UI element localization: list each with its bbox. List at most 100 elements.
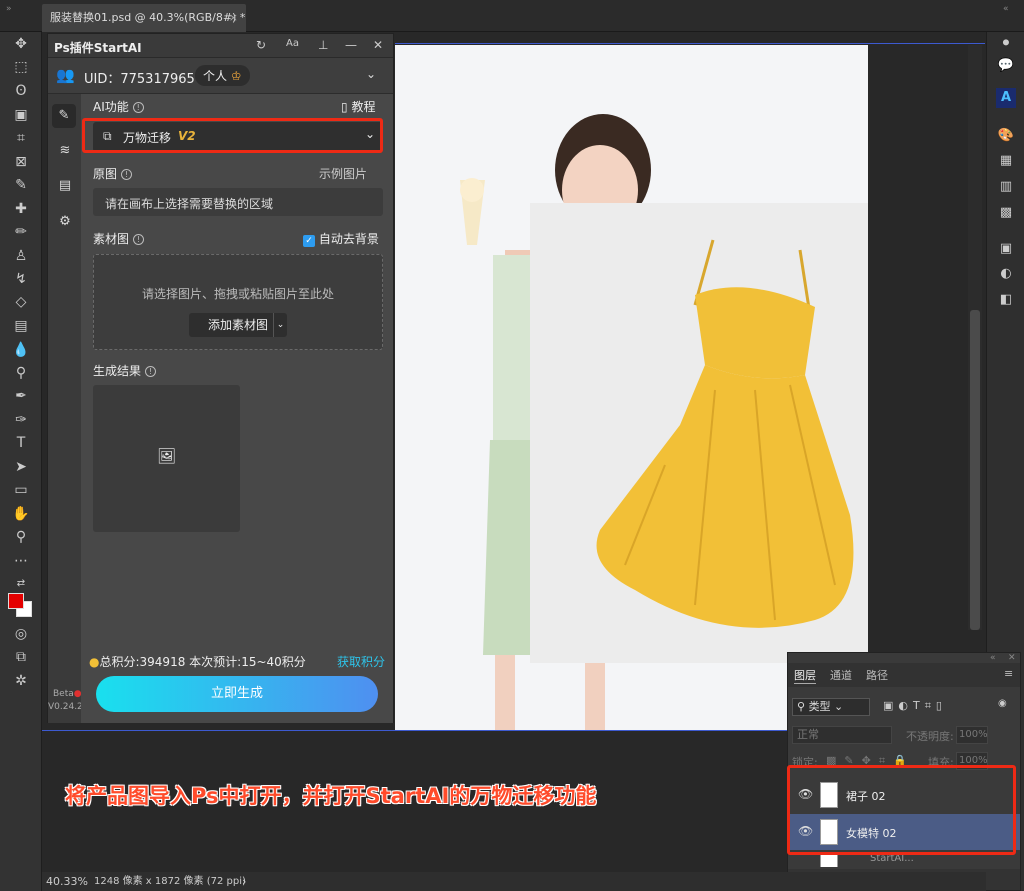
- function-highlight-box: [82, 118, 383, 153]
- points-row: ●总积分:394918 本次预计:15~40积分: [89, 655, 306, 669]
- status-arrow[interactable]: ›: [242, 872, 246, 891]
- layers-tabs: 图层 通道 路径 ≡: [788, 663, 1020, 687]
- plugin-sidebar: ✎ ≋ ▤ ⚙ Beta● V0.24.2: [48, 94, 83, 723]
- brush-tool-icon[interactable]: ✏: [11, 222, 31, 242]
- lasso-tool-icon[interactable]: ʘ: [11, 81, 31, 101]
- zoom-level[interactable]: 40.33%: [46, 872, 88, 891]
- filter-icons[interactable]: ▣◐T⌗▯: [883, 699, 947, 713]
- properties-icon[interactable]: ◧: [996, 290, 1016, 310]
- patterns-icon[interactable]: ▩: [996, 203, 1016, 223]
- info-icon[interactable]: !: [145, 366, 157, 377]
- panel-menu-icon[interactable]: ≡: [1004, 667, 1013, 680]
- minimize-icon[interactable]: —: [345, 38, 357, 52]
- users-icon: 👥: [56, 66, 75, 84]
- font-size-icon[interactable]: Aa: [286, 38, 299, 49]
- status-bar: 40.33% 1248 像素 x 1872 像素 (72 ppi) ›: [42, 872, 986, 891]
- product-photo: [395, 45, 868, 730]
- canvas-image[interactable]: [395, 45, 868, 730]
- material-dropzone[interactable]: 请选择图片、拖拽或粘贴图片至此处 添加素材图 ⌄: [93, 254, 383, 350]
- startai-icon[interactable]: A: [996, 88, 1016, 108]
- rectangle-tool-icon[interactable]: ▭: [11, 480, 31, 500]
- blur-tool-icon[interactable]: 💧: [11, 340, 31, 360]
- collapse-icon[interactable]: «: [990, 653, 996, 663]
- result-label: 生成结果!: [93, 362, 157, 379]
- settings-icon[interactable]: ⚙: [55, 212, 75, 232]
- tab-paths[interactable]: 路径: [866, 667, 888, 683]
- account-type: 个人: [203, 69, 228, 83]
- hand-tool-icon[interactable]: ✋: [11, 504, 31, 524]
- frame-tool-icon[interactable]: ⊠: [11, 152, 31, 172]
- opacity-field[interactable]: 100%: [956, 726, 988, 744]
- layers-icon[interactable]: ≋: [55, 141, 75, 161]
- tab-channels[interactable]: 通道: [830, 667, 852, 683]
- quick-mask-icon[interactable]: ◎: [11, 624, 31, 644]
- original-region-field[interactable]: 请在画布上选择需要替换的区域: [93, 188, 383, 216]
- chevron-down-icon[interactable]: ⌄: [366, 67, 376, 81]
- collapse-icon[interactable]: »: [6, 4, 12, 14]
- healing-brush-icon[interactable]: ✚: [11, 199, 31, 219]
- get-points-link[interactable]: 获取积分: [337, 653, 385, 670]
- book-icon: ▯: [341, 100, 348, 114]
- filter-toggle-icon[interactable]: ◉: [998, 698, 1007, 709]
- learn-icon[interactable]: ⚫: [996, 34, 1016, 54]
- gradients-icon[interactable]: ▥: [996, 177, 1016, 197]
- version-label: V0.24.2: [48, 702, 83, 712]
- checkbox-icon: ✓: [303, 235, 315, 247]
- scrollbar-thumb[interactable]: [970, 310, 980, 630]
- dodge-tool-icon[interactable]: ⚲: [11, 363, 31, 383]
- screen-mode-icon[interactable]: ⧉: [11, 647, 31, 667]
- swap-colors-icon[interactable]: ⇄: [11, 574, 31, 594]
- adjustments-icon[interactable]: ◐: [996, 264, 1016, 284]
- close-icon[interactable]: ✕: [373, 38, 383, 52]
- pen-tool-icon[interactable]: ✒: [11, 386, 31, 406]
- stamp-tool-icon[interactable]: ♙: [11, 246, 31, 266]
- example-link[interactable]: 示例图片: [319, 165, 367, 182]
- account-badge[interactable]: 个人 ♔: [195, 65, 250, 86]
- layer-filter-select[interactable]: ⚲ 类型 ⌄: [792, 698, 870, 716]
- move-tool-icon[interactable]: ✥: [11, 34, 31, 54]
- collapse-right-icon[interactable]: «: [1003, 4, 1009, 14]
- swatches-icon[interactable]: ▦: [996, 151, 1016, 171]
- object-select-tool-icon[interactable]: ▣: [11, 105, 31, 125]
- libraries-icon[interactable]: ▣: [996, 239, 1016, 259]
- type-tool-icon[interactable]: T: [11, 433, 31, 453]
- close-panel-icon[interactable]: ✕: [1008, 653, 1016, 663]
- tab-layers[interactable]: 图层: [794, 667, 816, 684]
- close-document-icon[interactable]: ×: [229, 4, 238, 32]
- info-icon[interactable]: !: [132, 102, 144, 113]
- plugin-title: Ps插件StartAI: [54, 41, 142, 55]
- color-icon[interactable]: 🎨: [996, 126, 1016, 146]
- original-label: 原图!: [93, 165, 133, 182]
- edit-icon[interactable]: ✎: [52, 104, 76, 128]
- tools-panel: ✥ ⬚ ʘ ▣ ⌗ ⊠ ✎ ✚ ✏ ♙ ↯ ◇ ▤ 💧 ⚲ ✒ ✑ T ➤ ▭ …: [0, 32, 42, 891]
- foreground-color-swatch-front[interactable]: [8, 593, 24, 609]
- gradient-tool-icon[interactable]: ▤: [11, 316, 31, 336]
- comments-icon[interactable]: 💬: [996, 56, 1016, 76]
- tutorial-caption: 将产品图导入Ps中打开，并打开StartAI的万物迁移功能: [65, 784, 597, 808]
- dropdown-arrow-icon[interactable]: ⌄: [273, 313, 287, 337]
- info-icon[interactable]: !: [133, 234, 145, 245]
- auto-remove-bg-checkbox[interactable]: ✓ 自动去背景: [303, 230, 379, 247]
- document-tab[interactable]: 服装替换01.psd @ 40.3%(RGB/8#) * ×: [42, 4, 246, 32]
- zoom-tool-icon[interactable]: ⚲: [11, 527, 31, 547]
- tutorial-link[interactable]: ▯ 教程: [341, 98, 375, 115]
- blend-mode-select[interactable]: 正常: [792, 726, 892, 744]
- generative-icon[interactable]: ✲: [11, 671, 31, 691]
- marquee-tool-icon[interactable]: ⬚: [11, 57, 31, 77]
- info-icon[interactable]: !: [121, 169, 133, 180]
- more-tools-icon[interactable]: ⋯: [11, 551, 31, 571]
- material-label: 素材图!: [93, 230, 145, 247]
- pin-icon[interactable]: ⊥: [318, 38, 328, 52]
- crop-tool-icon[interactable]: ⌗: [11, 128, 31, 148]
- pen-tool-alt-icon[interactable]: ✑: [11, 410, 31, 430]
- add-material-button[interactable]: 添加素材图 ⌄: [189, 313, 287, 337]
- eyedropper-tool-icon[interactable]: ✎: [11, 175, 31, 195]
- generate-button[interactable]: 立即生成: [96, 676, 378, 712]
- image-placeholder-icon: 🖼: [157, 447, 177, 465]
- refresh-icon[interactable]: ↻: [256, 38, 266, 52]
- clipboard-icon[interactable]: ▤: [55, 176, 75, 196]
- path-select-tool-icon[interactable]: ➤: [11, 457, 31, 477]
- eraser-tool-icon[interactable]: ◇: [11, 292, 31, 312]
- beta-label: Beta●: [53, 689, 82, 699]
- history-brush-icon[interactable]: ↯: [11, 269, 31, 289]
